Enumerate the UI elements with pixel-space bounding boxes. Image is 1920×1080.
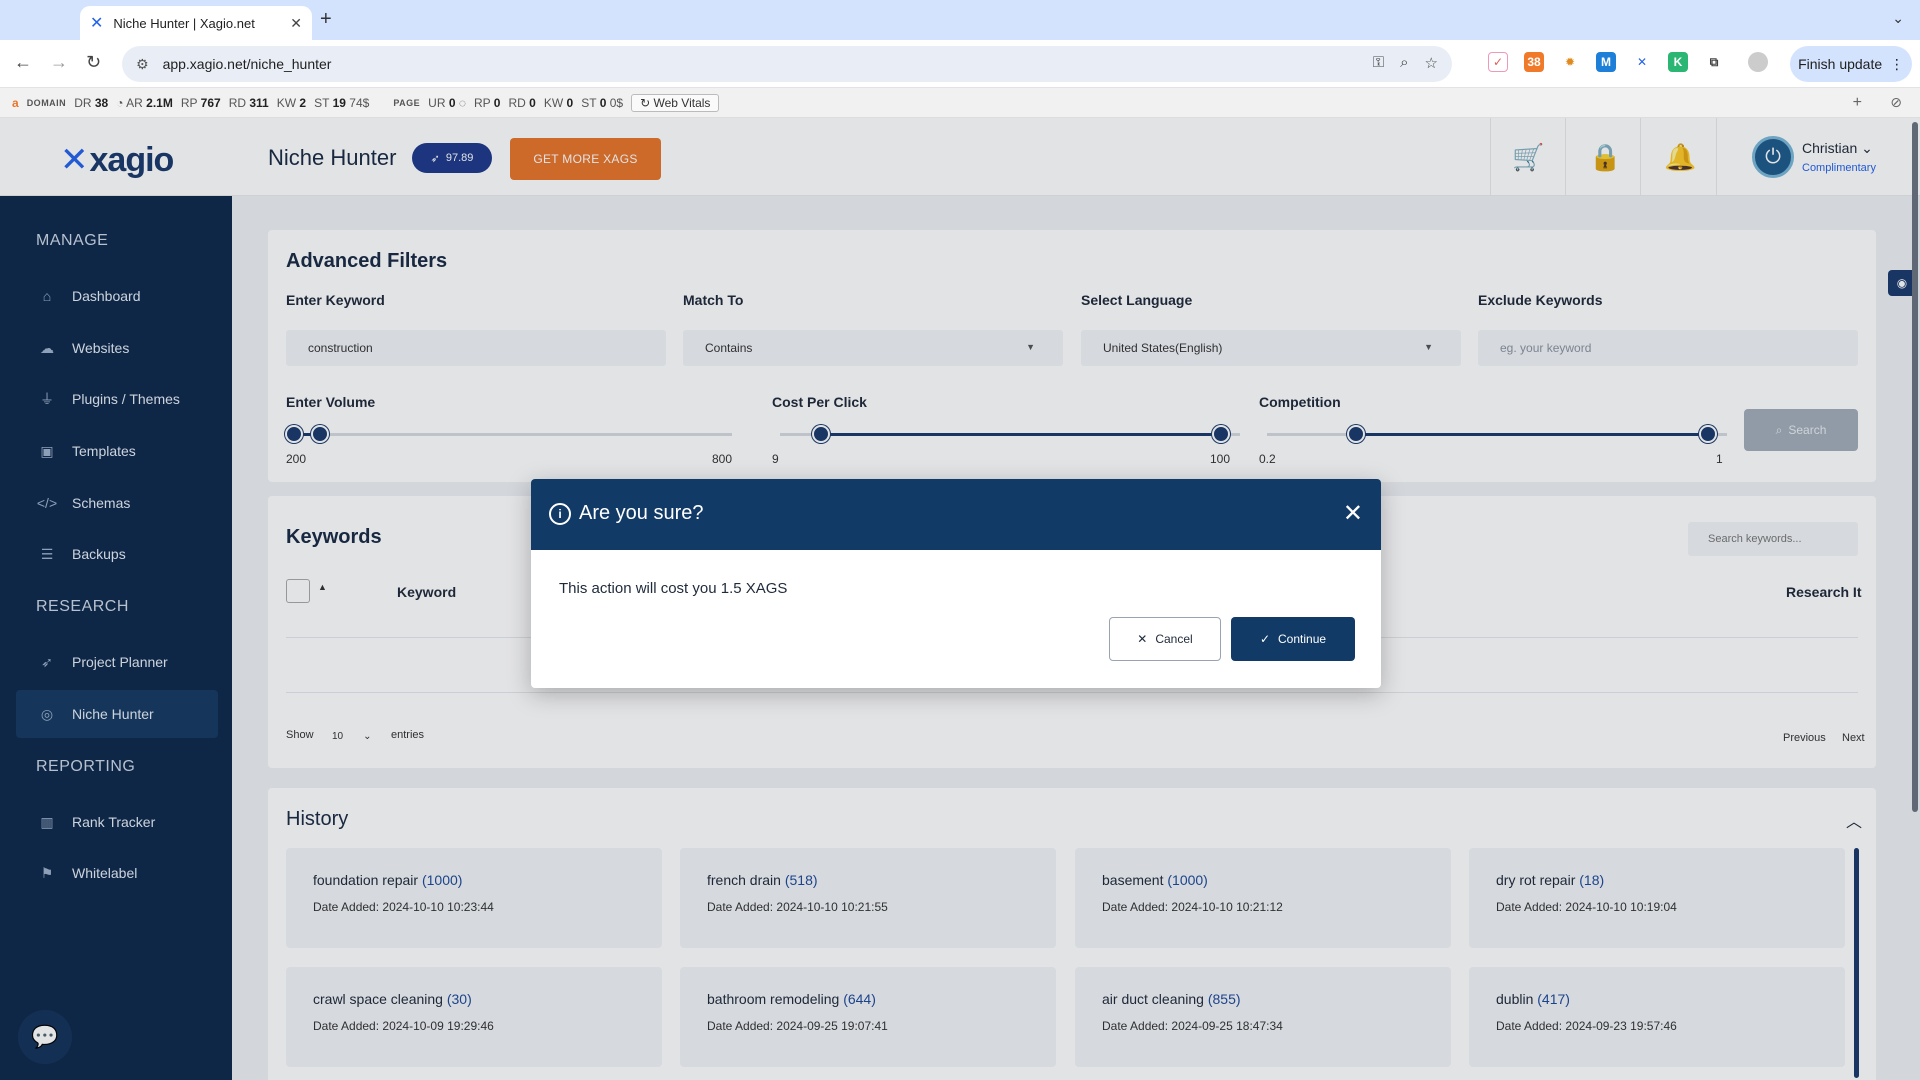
extension-badge-icon[interactable]: 38 xyxy=(1524,52,1544,72)
dialog-header: i Are you sure? ✕ xyxy=(531,479,1381,550)
profile-icon[interactable] xyxy=(1748,52,1768,72)
seobar-disable-icon[interactable]: ⊘ xyxy=(1890,94,1902,111)
rd-metric: RD 311 xyxy=(228,95,269,110)
close-icon[interactable]: ✕ xyxy=(1343,499,1363,528)
x-icon: ✕ xyxy=(1137,632,1148,646)
back-icon[interactable]: ← xyxy=(14,52,32,73)
new-tab-icon[interactable]: + xyxy=(320,8,332,31)
page-rp-metric: RP 0 xyxy=(474,95,501,110)
page-kw-metric: KW 0 xyxy=(543,95,574,110)
info-icon: i xyxy=(549,503,571,525)
browser-tab-bar: ✕ Niche Hunter | Xagio.net ✕ + ⌄ xyxy=(0,0,1920,40)
extension-m-icon[interactable]: M xyxy=(1596,52,1616,72)
forward-icon[interactable]: → xyxy=(50,52,68,73)
page-st-metric: ST 0 0$ xyxy=(581,95,624,110)
seo-logo-icon: a xyxy=(12,95,19,110)
check-icon: ✓ xyxy=(1259,632,1270,646)
extensions-puzzle-icon[interactable]: ⧉ xyxy=(1704,52,1724,72)
zoom-icon[interactable]: ⌕ xyxy=(1400,54,1408,72)
xagio-favicon-icon: ✕ xyxy=(90,15,104,32)
page-rd-metric: RD 0 xyxy=(508,95,536,110)
dr-metric: DR 38 xyxy=(74,95,109,110)
extensions-area: ✓ 38 ✹ M ✕ K ⧉ xyxy=(1488,52,1768,72)
extension-xagio-icon[interactable]: ✕ xyxy=(1632,52,1652,72)
page-ur-metric: UR 0 ◌ xyxy=(428,95,466,110)
key-icon[interactable]: ⚿ xyxy=(1373,54,1384,72)
dialog-message: This action will cost you 1.5 XAGS xyxy=(559,580,788,597)
tab-title: Niche Hunter | Xagio.net xyxy=(113,15,255,31)
tab-search-icon[interactable]: ⌄ xyxy=(1892,10,1904,27)
extension-k-icon[interactable]: K xyxy=(1668,52,1688,72)
dialog-title: Are you sure? xyxy=(579,502,704,524)
close-tab-icon[interactable]: ✕ xyxy=(290,15,302,32)
url-field[interactable]: ⚙ app.xagio.net/niche_hunter ⚿ ⌕ ☆ xyxy=(122,46,1452,82)
continue-button[interactable]: ✓ Continue xyxy=(1231,617,1355,661)
browser-tab[interactable]: ✕ Niche Hunter | Xagio.net ✕ xyxy=(80,6,312,40)
rp-metric: RP 767 xyxy=(180,95,221,110)
finish-update-button[interactable]: Finish update ⋮ xyxy=(1790,46,1912,82)
seobar-add-icon[interactable]: + xyxy=(1853,94,1862,112)
extension-gear-icon[interactable]: ✹ xyxy=(1560,52,1580,72)
st-metric: ST 19 74$ xyxy=(314,95,370,110)
site-info-icon[interactable]: ⚙ xyxy=(136,56,149,73)
ar-metric: ◔ AR 2.1M xyxy=(116,95,173,110)
cancel-button[interactable]: ✕ Cancel xyxy=(1109,617,1221,661)
kw-metric: KW 2 xyxy=(276,95,307,110)
bookmark-star-icon[interactable]: ☆ xyxy=(1425,54,1438,72)
reload-icon[interactable]: ↻ xyxy=(86,52,101,73)
url-text: app.xagio.net/niche_hunter xyxy=(162,56,332,72)
confirm-dialog: i Are you sure? ✕ This action will cost … xyxy=(531,479,1381,688)
address-bar: ← → ↻ ⚙ app.xagio.net/niche_hunter ⚿ ⌕ ☆… xyxy=(0,40,1920,88)
web-vitals-button[interactable]: ↻ Web Vitals xyxy=(631,93,720,112)
seo-toolbar: a DOMAIN DR 38 ◔ AR 2.1M RP 767 RD 311 K… xyxy=(0,88,1920,118)
